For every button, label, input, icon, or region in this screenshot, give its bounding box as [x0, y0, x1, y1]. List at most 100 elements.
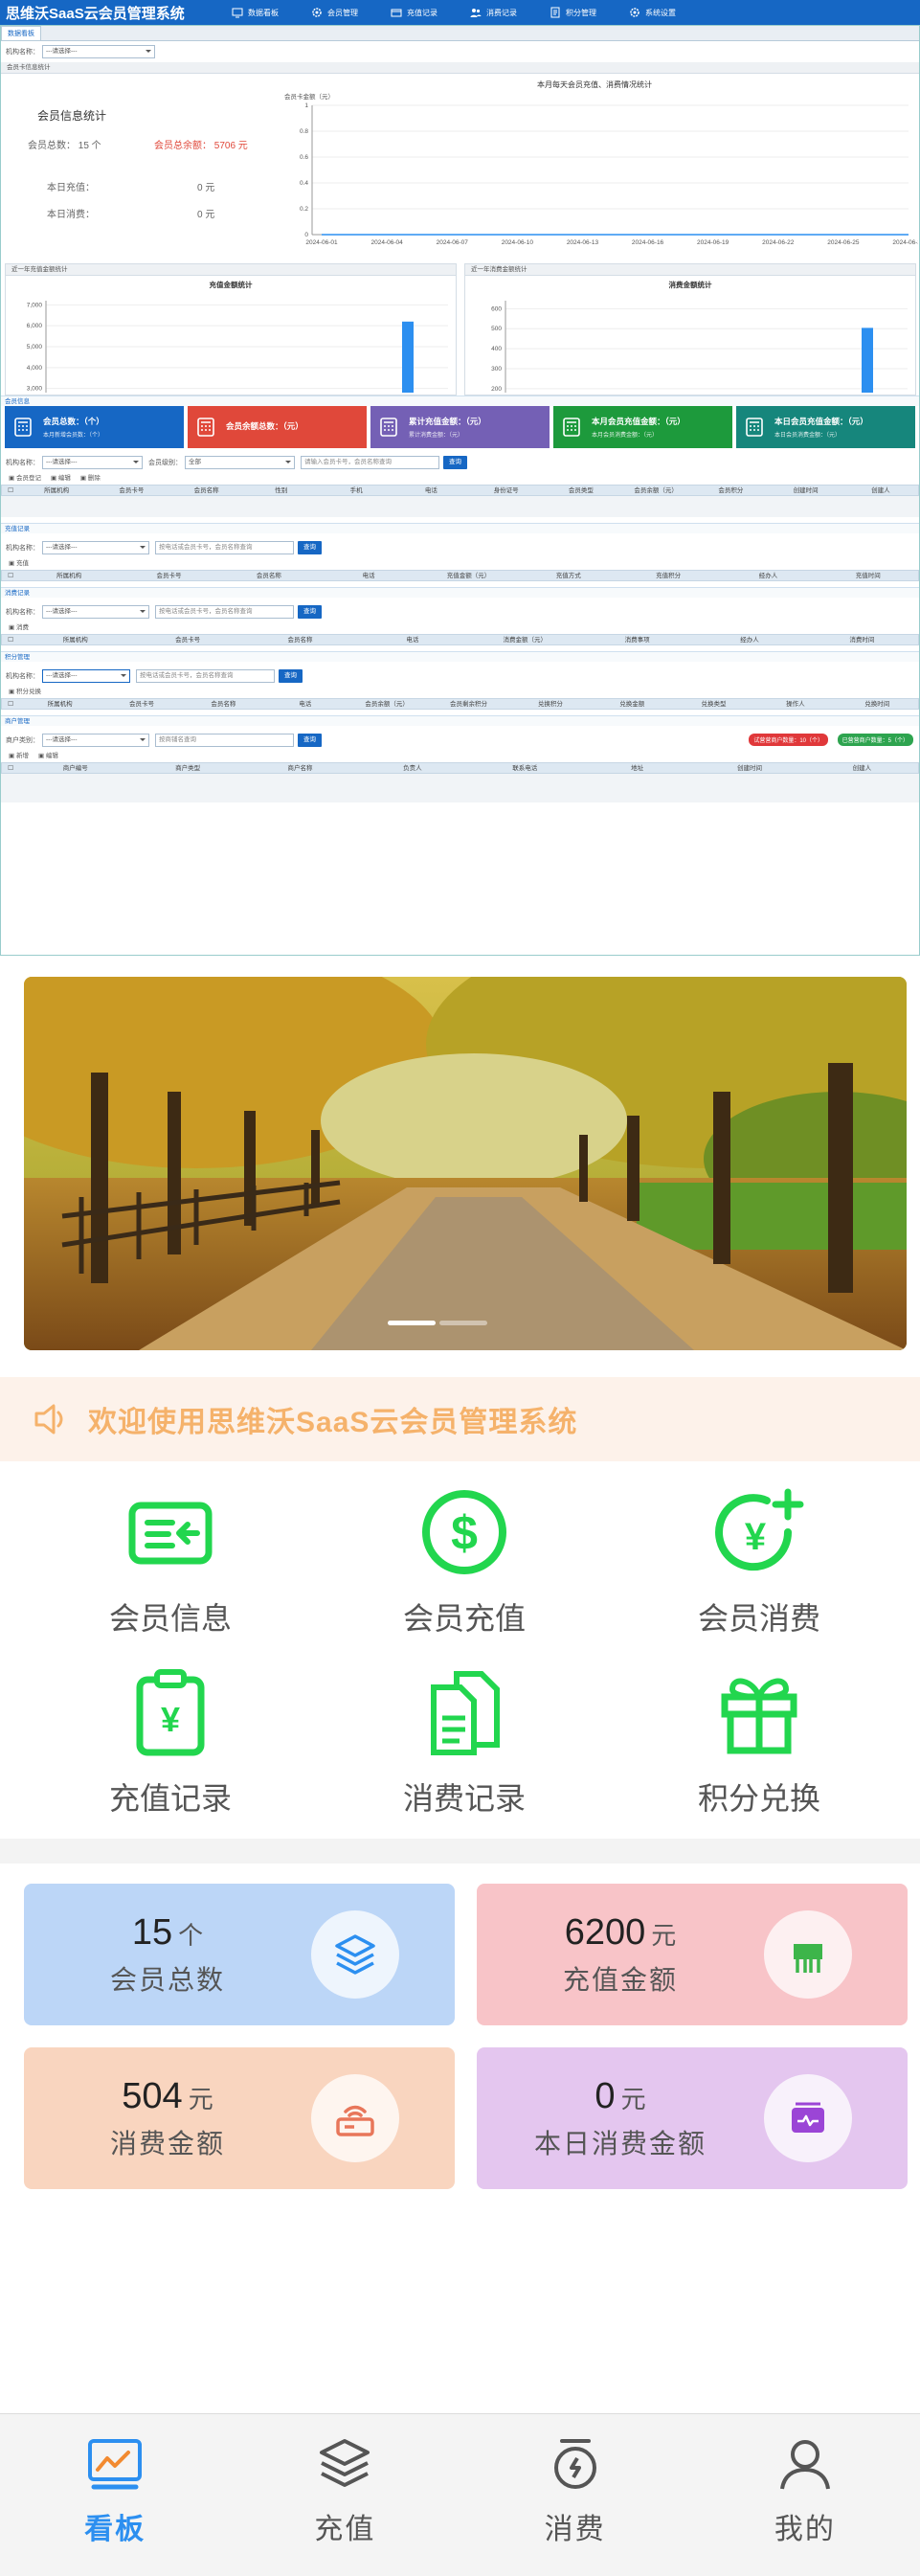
nav-points[interactable]: 积分管理	[550, 7, 596, 18]
column-header[interactable]: 创建时间	[693, 763, 805, 773]
column-header[interactable]: 消费时间	[806, 635, 918, 644]
column-header[interactable]: 电话	[393, 486, 468, 495]
member-search-input[interactable]: 请输入会员卡号，会员名称查询	[301, 456, 439, 469]
member-org-select[interactable]: ---请选择---	[42, 456, 143, 469]
toolbar-button[interactable]: ▣ 编辑	[51, 473, 71, 485]
toolbar-button[interactable]: ▣ 积分兑换	[9, 687, 41, 698]
menu-member-info[interactable]: 会员信息	[56, 1484, 285, 1638]
column-header[interactable]: 商户名称	[244, 763, 356, 773]
column-header[interactable]: 电话	[264, 699, 346, 709]
stat-today-consume[interactable]: 0 元本日消费金额	[477, 2047, 908, 2189]
select-all-checkbox[interactable]: ☐	[2, 699, 19, 709]
column-header[interactable]: 会员名称	[183, 699, 264, 709]
column-header[interactable]: 负责人	[356, 763, 468, 773]
stat-consume-amount[interactable]: 504 元消费金额	[24, 2047, 455, 2189]
column-header[interactable]: 会员类型	[544, 486, 618, 495]
column-header[interactable]: 会员剩余积分	[428, 699, 509, 709]
column-header[interactable]: 商户编号	[19, 763, 131, 773]
menu-recharge-records[interactable]: ¥ 充值记录	[56, 1664, 285, 1819]
member-search-button[interactable]: 查询	[443, 456, 467, 469]
column-header[interactable]: 会员名称	[244, 635, 356, 644]
column-header[interactable]: 会员卡号	[94, 486, 168, 495]
account-search-button[interactable]: 查询	[298, 734, 322, 747]
nav-members[interactable]: 会员管理	[311, 7, 358, 18]
column-header[interactable]: 充值金额（元）	[418, 571, 518, 580]
column-header[interactable]: 地址	[581, 763, 693, 773]
tab-profile-mobile[interactable]: 我的	[690, 2414, 920, 2576]
column-header[interactable]: 兑换积分	[509, 699, 591, 709]
column-header[interactable]: 会员名称	[219, 571, 319, 580]
stat-member-total[interactable]: 15 个会员总数	[24, 1884, 455, 2025]
menu-recharge[interactable]: $ 会员充值	[349, 1484, 579, 1638]
consume-search-input[interactable]: 按电话或会员卡号，会员名称查询	[155, 605, 294, 619]
toolbar-button[interactable]: ▣ 编辑	[38, 751, 58, 762]
points-search-input[interactable]: 按电话或会员卡号，会员名称查询	[136, 669, 275, 683]
stat-recharge-amount[interactable]: 6200 元充值金额	[477, 1884, 908, 2025]
column-header[interactable]: 所属机构	[19, 699, 101, 709]
column-header[interactable]: 创建人	[806, 763, 918, 773]
column-header[interactable]: 经办人	[693, 635, 805, 644]
nav-consume[interactable]: 消费记录	[470, 7, 517, 18]
tab-consume-mobile[interactable]: 消费	[460, 2414, 690, 2576]
toolbar-button[interactable]: ▣ 消费	[9, 622, 29, 634]
menu-consume-records[interactable]: 消费记录	[349, 1664, 579, 1819]
account-type-select[interactable]: ---请选择---	[42, 734, 149, 747]
consume-org-select[interactable]: ---请选择---	[42, 605, 149, 619]
select-all-checkbox[interactable]: ☐	[2, 571, 19, 580]
summary-card[interactable]: 本日会员充值金额：（元） 本日会员消费金额：（元）	[736, 406, 915, 448]
org-select[interactable]: ---请选择---	[42, 45, 155, 58]
account-search-input[interactable]: 按商铺名查询	[155, 734, 294, 747]
recharge-org-select[interactable]: ---请选择---	[42, 541, 149, 554]
column-header[interactable]: 会员卡号	[101, 699, 182, 709]
column-header[interactable]: 会员名称	[169, 486, 244, 495]
toolbar-button[interactable]: ▣ 充值	[9, 558, 29, 570]
summary-card[interactable]: 本月会员充值金额：（元） 本月会员消费金额：（元）	[553, 406, 732, 448]
summary-card[interactable]: 累计充值金额：（元） 累计消费金额：（元）	[370, 406, 550, 448]
column-header[interactable]: 消费事项	[581, 635, 693, 644]
column-header[interactable]: 创建人	[843, 486, 918, 495]
column-header[interactable]: 性别	[244, 486, 319, 495]
nav-dashboard[interactable]: 数据看板	[232, 7, 279, 18]
menu-points-exchange[interactable]: 积分兑换	[644, 1664, 874, 1819]
points-search-button[interactable]: 查询	[279, 669, 303, 683]
column-header[interactable]: 会员卡号	[119, 571, 218, 580]
tab-dashboard[interactable]: 数据看板	[1, 26, 41, 40]
column-header[interactable]: 身份证号	[469, 486, 544, 495]
summary-card[interactable]: 会员总数：（个） 本月新增会员数：（个）	[5, 406, 184, 448]
recharge-search-input[interactable]: 按电话或会员卡号，会员名称查询	[155, 541, 294, 554]
toolbar-button[interactable]: ▣ 删除	[80, 473, 101, 485]
select-all-checkbox[interactable]: ☐	[2, 486, 19, 495]
recharge-search-button[interactable]: 查询	[298, 541, 322, 554]
column-header[interactable]: 会员卡号	[131, 635, 243, 644]
nav-settings[interactable]: 系统设置	[629, 7, 676, 18]
banner-pager[interactable]	[388, 1321, 487, 1325]
nav-recharge[interactable]: 充值记录	[391, 7, 438, 18]
column-header[interactable]: 创建时间	[769, 486, 843, 495]
column-header[interactable]: 充值时间	[819, 571, 918, 580]
column-header[interactable]: 充值方式	[519, 571, 618, 580]
column-header[interactable]: 所属机构	[19, 635, 131, 644]
toolbar-button[interactable]: ▣ 新增	[9, 751, 29, 762]
tab-recharge-mobile[interactable]: 充值	[230, 2414, 460, 2576]
toolbar-button[interactable]: ▣ 会员登记	[9, 473, 41, 485]
column-header[interactable]: 消费金额（元）	[469, 635, 581, 644]
column-header[interactable]: 联系电话	[469, 763, 581, 773]
column-header[interactable]: 电话	[319, 571, 418, 580]
points-org-select[interactable]: ---请选择---	[42, 669, 130, 683]
column-header[interactable]: 所属机构	[19, 571, 119, 580]
column-header[interactable]: 经办人	[718, 571, 818, 580]
column-header[interactable]: 充值积分	[618, 571, 718, 580]
column-header[interactable]: 会员余额（元）	[618, 486, 693, 495]
column-header[interactable]: 会员积分	[693, 486, 768, 495]
hero-banner[interactable]	[24, 977, 907, 1350]
column-header[interactable]: 操作人	[754, 699, 836, 709]
column-header[interactable]: 兑换金额	[592, 699, 673, 709]
select-all-checkbox[interactable]: ☐	[2, 763, 19, 773]
column-header[interactable]: 兑换类型	[673, 699, 754, 709]
summary-card[interactable]: 会员余额总数：（元）	[188, 406, 367, 448]
column-header[interactable]: 电话	[356, 635, 468, 644]
column-header[interactable]: 兑换时间	[837, 699, 918, 709]
member-level-select[interactable]: 全部	[185, 456, 295, 469]
select-all-checkbox[interactable]: ☐	[2, 635, 19, 644]
column-header[interactable]: 商户类型	[131, 763, 243, 773]
